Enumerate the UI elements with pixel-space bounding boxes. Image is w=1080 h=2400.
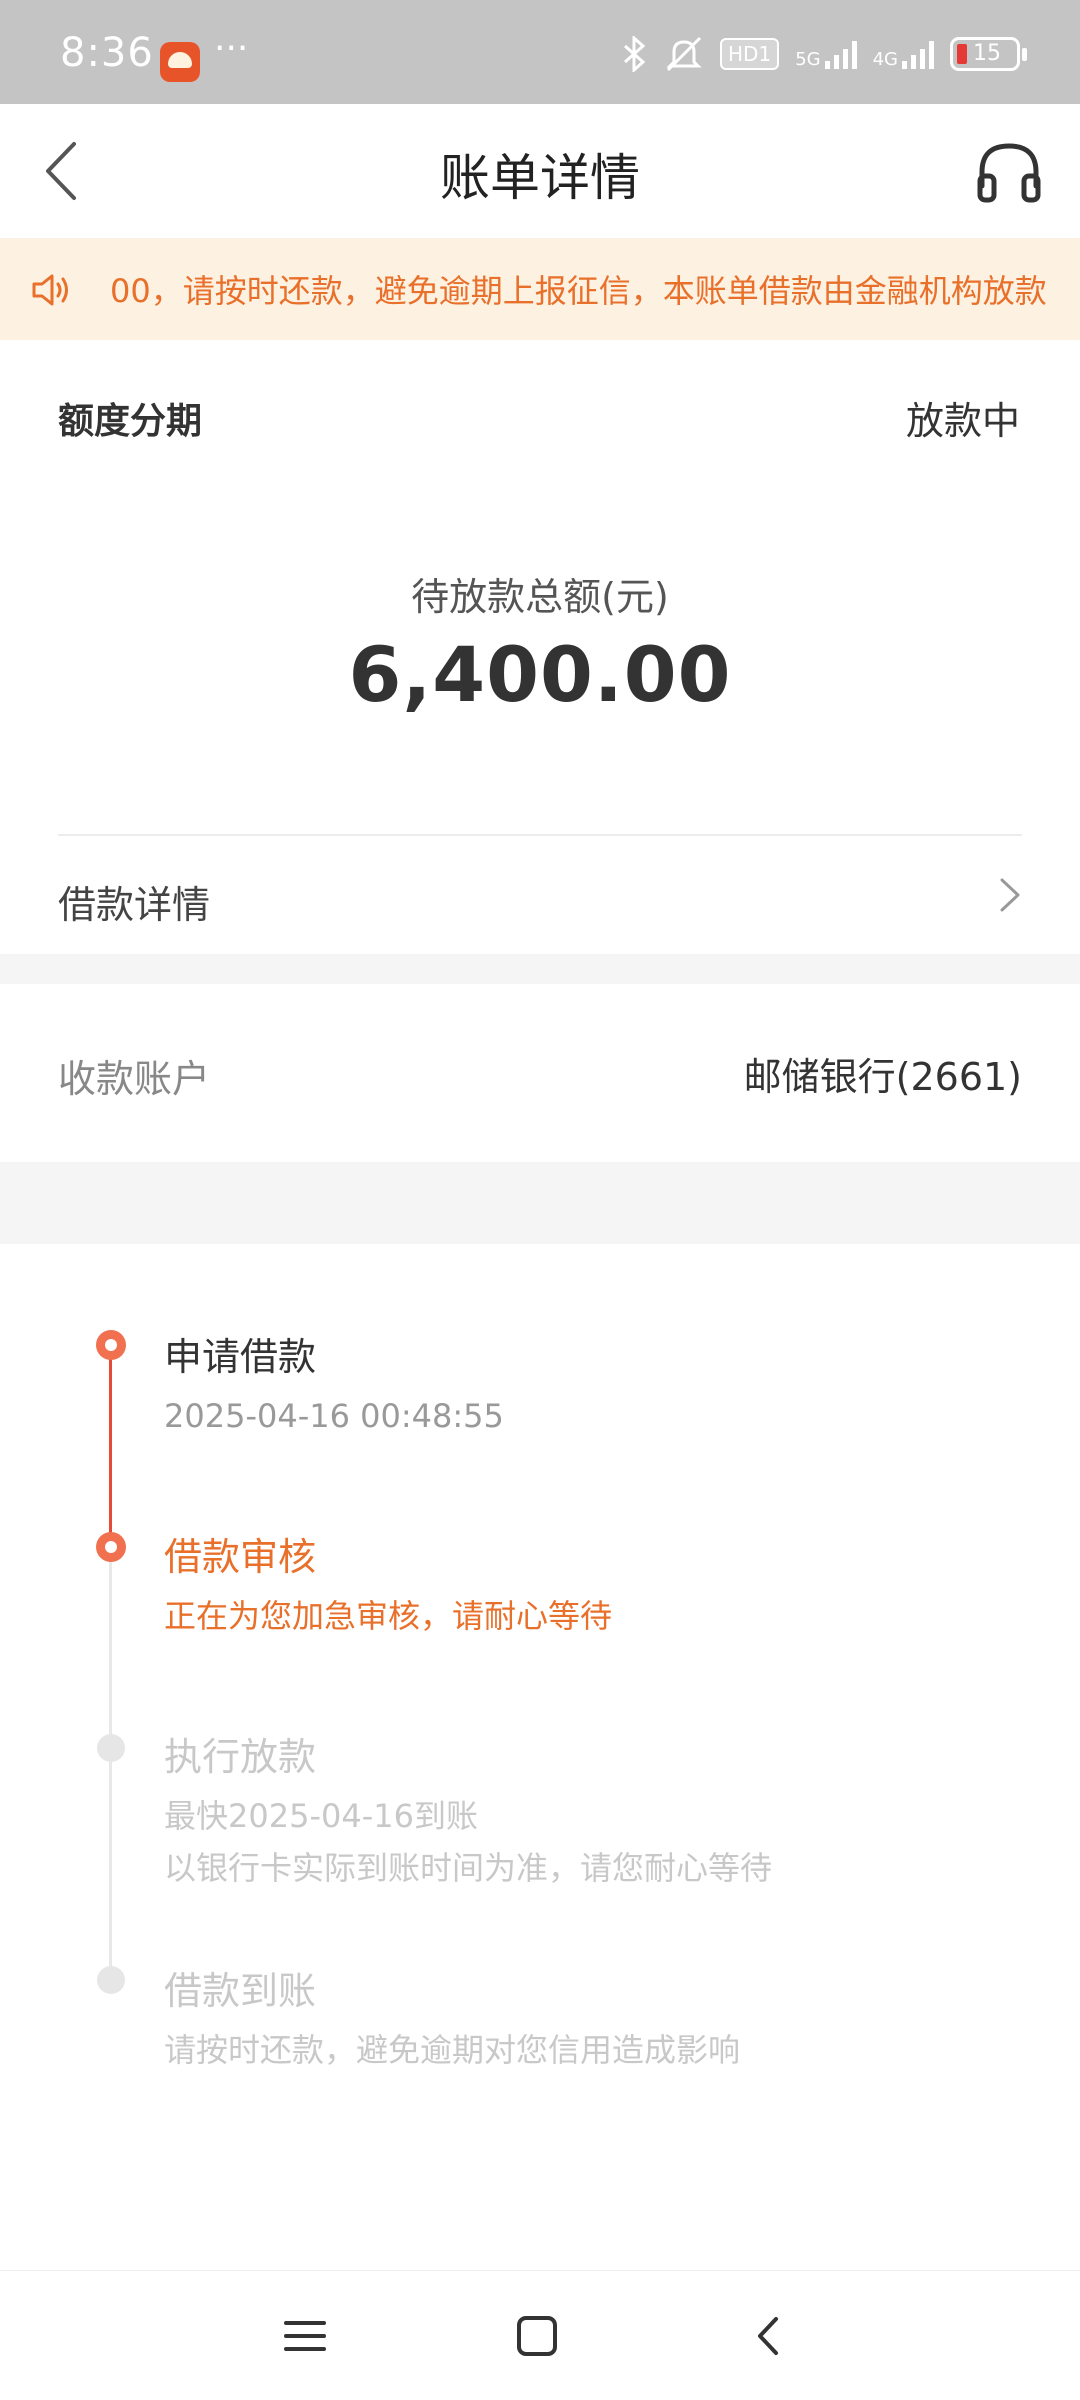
account-label: 收款账户 [58,1057,211,1101]
network-4g-label: 4G [872,49,898,70]
status-time: 8:36 [60,30,154,76]
more-notifications-icon: ··· [214,28,249,69]
timeline-line-pending [109,1550,112,1980]
signal-5g: 5G [795,39,857,70]
step-title: 借款到账 [164,1969,317,2013]
step-detail: 正在为您加急审核，请耐心等待 [164,1597,613,1635]
bluetooth-icon [624,36,646,72]
step-title: 借款审核 [164,1535,317,1579]
timeline-dot-done [96,1330,126,1360]
timeline-dot-pending [97,1966,125,1994]
progress-timeline: 申请借款 2025-04-16 00:48:55 借款审核 正在为您加急审核，请… [0,1244,1080,2270]
battery-icon: 15 [950,37,1027,71]
amount-label: 待放款总额(元) [411,575,669,619]
step-title: 申请借款 [164,1335,317,1379]
signal-bars-icon [824,39,857,69]
navigation-bar: 账单详情 [0,104,1080,238]
step-detail: 2025-04-16 00:48:55 [164,1397,504,1435]
bill-summary-card: 额度分期 放款中 待放款总额(元) 6,400.00 借款详情 [0,340,1080,954]
receiving-account-row: 收款账户 邮储银行(2661) [0,984,1080,1162]
menu-icon[interactable] [280,2311,330,2361]
step-detail: 以银行卡实际到账时间为准，请您耐心等待 [164,1849,773,1887]
back-icon[interactable] [744,2311,794,2361]
signal-bars-icon [902,39,934,69]
network-5g-label: 5G [795,49,821,70]
system-navigation-bar [0,2270,1080,2400]
amount-value: 6,400.00 [348,630,732,719]
loan-details-label: 借款详情 [58,883,211,927]
signal-4g: 4G [873,39,934,69]
timeline-line-done [109,1350,112,1550]
notice-text: 00，请按时还款，避免逾期上报征信，本账单借款由金融机构放款 [110,272,1047,310]
step-title: 执行放款 [164,1735,317,1779]
timeline-dot-pending [97,1734,125,1762]
bill-status: 放款中 [905,399,1020,443]
headset-icon[interactable] [974,138,1044,208]
app-notification-icon [160,42,200,82]
speaker-icon [32,274,68,306]
chevron-right-icon [1000,878,1020,912]
step-detail: 请按时还款，避免逾期对您信用造成影响 [164,2031,741,2069]
status-bar: 8:36 ··· HD1 5G 4G 15 [0,0,1080,104]
status-icons: HD1 5G 4G 15 [622,36,1027,72]
mute-icon [666,36,702,72]
home-icon[interactable] [512,2311,562,2361]
loan-details-row[interactable]: 借款详情 [0,836,1080,954]
hd-voice-badge: HD1 [720,38,780,70]
step-detail: 最快2025-04-16到账 [164,1797,478,1835]
timeline-dot-done [96,1532,126,1562]
notice-banner: 00，请按时还款，避免逾期上报征信，本账单借款由金融机构放款 [0,238,1080,340]
bill-type: 额度分期 [58,401,203,442]
battery-level: 15 [973,41,1001,66]
account-value: 邮储银行(2661) [743,1055,1022,1099]
page-title: 账单详情 [440,149,640,207]
